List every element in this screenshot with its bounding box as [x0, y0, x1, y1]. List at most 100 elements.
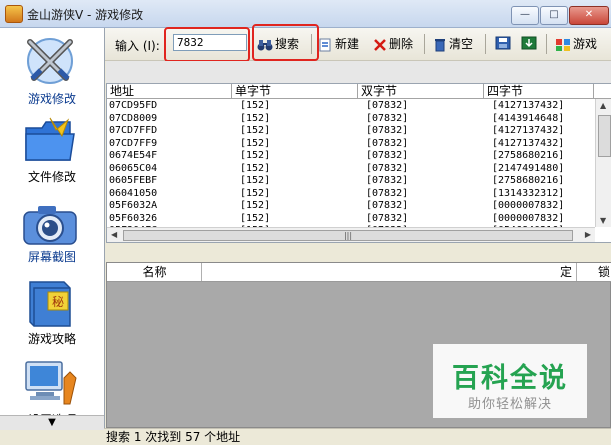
column-header-name[interactable]: 名称 — [107, 263, 202, 281]
game-icon — [556, 38, 570, 51]
table-row[interactable]: 07CD7FF9 [152] [07832] [4127137432] — [107, 137, 593, 150]
table-row[interactable]: 07CD95FD [152] [07832] [4127137432] — [107, 99, 593, 112]
scroll-right-arrow-icon[interactable]: ▶ — [585, 230, 591, 239]
sidebar-item-game-modify[interactable]: 游戏修改 — [0, 32, 104, 112]
input-label: 输入 (I): — [115, 39, 160, 53]
table-row[interactable]: 06065C04 [152] [07832] [2147491480] — [107, 162, 593, 175]
results-table[interactable]: 地址 单字节 双字节 四字节 07CD95FD [152] [07832] [4127… — [106, 83, 611, 243]
column-header-lock[interactable]: 锁 — [577, 263, 611, 281]
table-cell: 06041050 — [109, 187, 158, 199]
table-cell: [0000007832] — [492, 212, 565, 224]
table-cell: [07832] — [366, 200, 409, 211]
table-cell: [2758680216] — [492, 150, 565, 161]
delete-icon — [374, 38, 386, 51]
app-icon — [5, 5, 23, 23]
table-row[interactable]: 07CD7FFD [152] [07832] [4127137432] — [107, 124, 593, 137]
results-header: 地址 单字节 双字节 四字节 — [107, 84, 611, 99]
vertical-scroll-thumb[interactable] — [598, 115, 611, 157]
search-button[interactable]: 搜索 — [257, 35, 299, 53]
table-cell: 05F60326 — [109, 212, 158, 224]
svg-text:秘: 秘 — [52, 295, 64, 309]
game-button[interactable]: 游戏 — [555, 35, 597, 53]
title-bar: 金山游侠V - 游戏修改 — □ ✕ — [0, 0, 611, 28]
scroll-up-arrow-icon[interactable]: ▲ — [600, 101, 606, 110]
horizontal-scroll-thumb[interactable]: ||| — [123, 230, 573, 241]
trash-icon — [435, 38, 445, 51]
search-value-input[interactable] — [173, 34, 247, 51]
folder-icon — [25, 117, 75, 161]
table-row[interactable]: 05F60326 [152] [07832] [0000007832] — [107, 212, 593, 225]
table-cell: [1314332312] — [492, 187, 565, 199]
table-cell: 07CD7FF9 — [109, 137, 158, 149]
locked-list-header: 名称 定 锁 — [107, 263, 611, 282]
table-cell: [152] — [240, 212, 271, 224]
table-cell: [152] — [240, 100, 271, 111]
toolbar-separator — [424, 34, 425, 54]
table-cell: [07832] — [366, 100, 409, 111]
table-row[interactable]: 0605FEBF [152] [07832] [2758680216] — [107, 174, 593, 187]
table-cell: [07832] — [366, 187, 409, 199]
table-cell: [4127137432] — [492, 137, 565, 149]
sidebar: 游戏修改 文件修改 屏幕截图 秘 游戏攻略 ▼ — [0, 28, 105, 430]
table-row[interactable]: 06041050 [152] [07832] [1314332312] — [107, 187, 593, 200]
scroll-down-arrow-icon[interactable]: ▼ — [600, 216, 606, 225]
table-cell: [2758680216] — [492, 175, 565, 186]
column-header-byte[interactable]: 单字节 — [232, 84, 358, 98]
toolbar: 输入 (I): 搜索 新建 删除 清空 — [105, 28, 611, 61]
table-cell: [07832] — [366, 137, 409, 149]
table-cell: [07832] — [366, 212, 409, 224]
table-cell: 05F6032A — [109, 200, 158, 211]
minimize-button[interactable]: — — [511, 6, 539, 25]
results-horizontal-scrollbar[interactable]: ◀ ||| ▶ — [107, 227, 595, 242]
table-cell: [4143914648] — [492, 112, 565, 124]
clear-button[interactable]: 清空 — [433, 35, 473, 53]
table-cell: 0674E54F — [109, 150, 158, 161]
clear-button-label: 清空 — [449, 37, 474, 51]
scroll-left-arrow-icon[interactable]: ◀ — [111, 230, 117, 239]
table-row[interactable]: 05F6032A [152] [07832] [0000007832] — [107, 199, 593, 212]
table-cell: [07832] — [366, 112, 409, 124]
export-button[interactable] — [495, 35, 513, 53]
sidebar-item-game-guide[interactable]: 秘 游戏攻略 — [0, 274, 104, 354]
table-cell: [152] — [240, 150, 271, 161]
table-cell: [07832] — [366, 162, 409, 174]
table-cell: 07CD7FFD — [109, 125, 158, 136]
watermark: 百科全说 助你轻松解决 — [433, 344, 587, 418]
column-header-dword[interactable]: 四字节 — [484, 84, 594, 98]
sidebar-item-screenshot[interactable]: 屏幕截图 — [0, 194, 104, 274]
load-icon — [521, 36, 537, 49]
table-cell: [4127137432] — [492, 100, 565, 111]
table-cell: 0605FEBF — [109, 175, 158, 186]
new-button[interactable]: 新建 — [317, 35, 359, 53]
import-button[interactable] — [521, 35, 539, 53]
table-cell: [4127137432] — [492, 125, 565, 136]
settings-icon — [25, 361, 77, 405]
new-button-label: 新建 — [335, 37, 360, 51]
table-cell: 07CD95FD — [109, 100, 158, 111]
binoculars-icon — [257, 39, 273, 50]
delete-button[interactable]: 删除 — [373, 35, 413, 53]
table-row[interactable]: 0674E54F [152] [07832] [2758680216] — [107, 149, 593, 162]
delete-button-label: 删除 — [389, 37, 414, 51]
column-header-lock-value[interactable]: 定 — [202, 263, 577, 281]
sidebar-item-label: 游戏修改 — [27, 92, 76, 106]
table-row[interactable]: 07CD8009 [152] [07832] [4143914648] — [107, 112, 593, 125]
table-cell: [152] — [240, 112, 271, 124]
restore-button[interactable]: □ — [540, 6, 568, 25]
table-cell: 07CD8009 — [109, 112, 158, 124]
sidebar-item-label: 文件修改 — [27, 170, 76, 184]
column-header-word[interactable]: 双字节 — [358, 84, 484, 98]
toolbar-separator — [546, 34, 547, 54]
sidebar-item-label: 游戏攻略 — [27, 332, 76, 346]
sidebar-item-file-modify[interactable]: 文件修改 — [0, 112, 104, 192]
sidebar-scroll-down-button[interactable]: ▼ — [0, 415, 104, 430]
close-button[interactable]: ✕ — [569, 6, 609, 25]
status-bar: 搜索 1 次找到 57 个地址 — [104, 428, 611, 445]
table-cell: [152] — [240, 125, 271, 136]
game-button-label: 游戏 — [573, 37, 598, 51]
table-cell: [152] — [240, 187, 271, 199]
sidebar-item-label: 屏幕截图 — [27, 250, 76, 264]
results-vertical-scrollbar[interactable]: ▲ ▼ — [595, 99, 611, 227]
column-header-address[interactable]: 地址 — [107, 84, 232, 98]
table-cell: [07832] — [366, 175, 409, 186]
